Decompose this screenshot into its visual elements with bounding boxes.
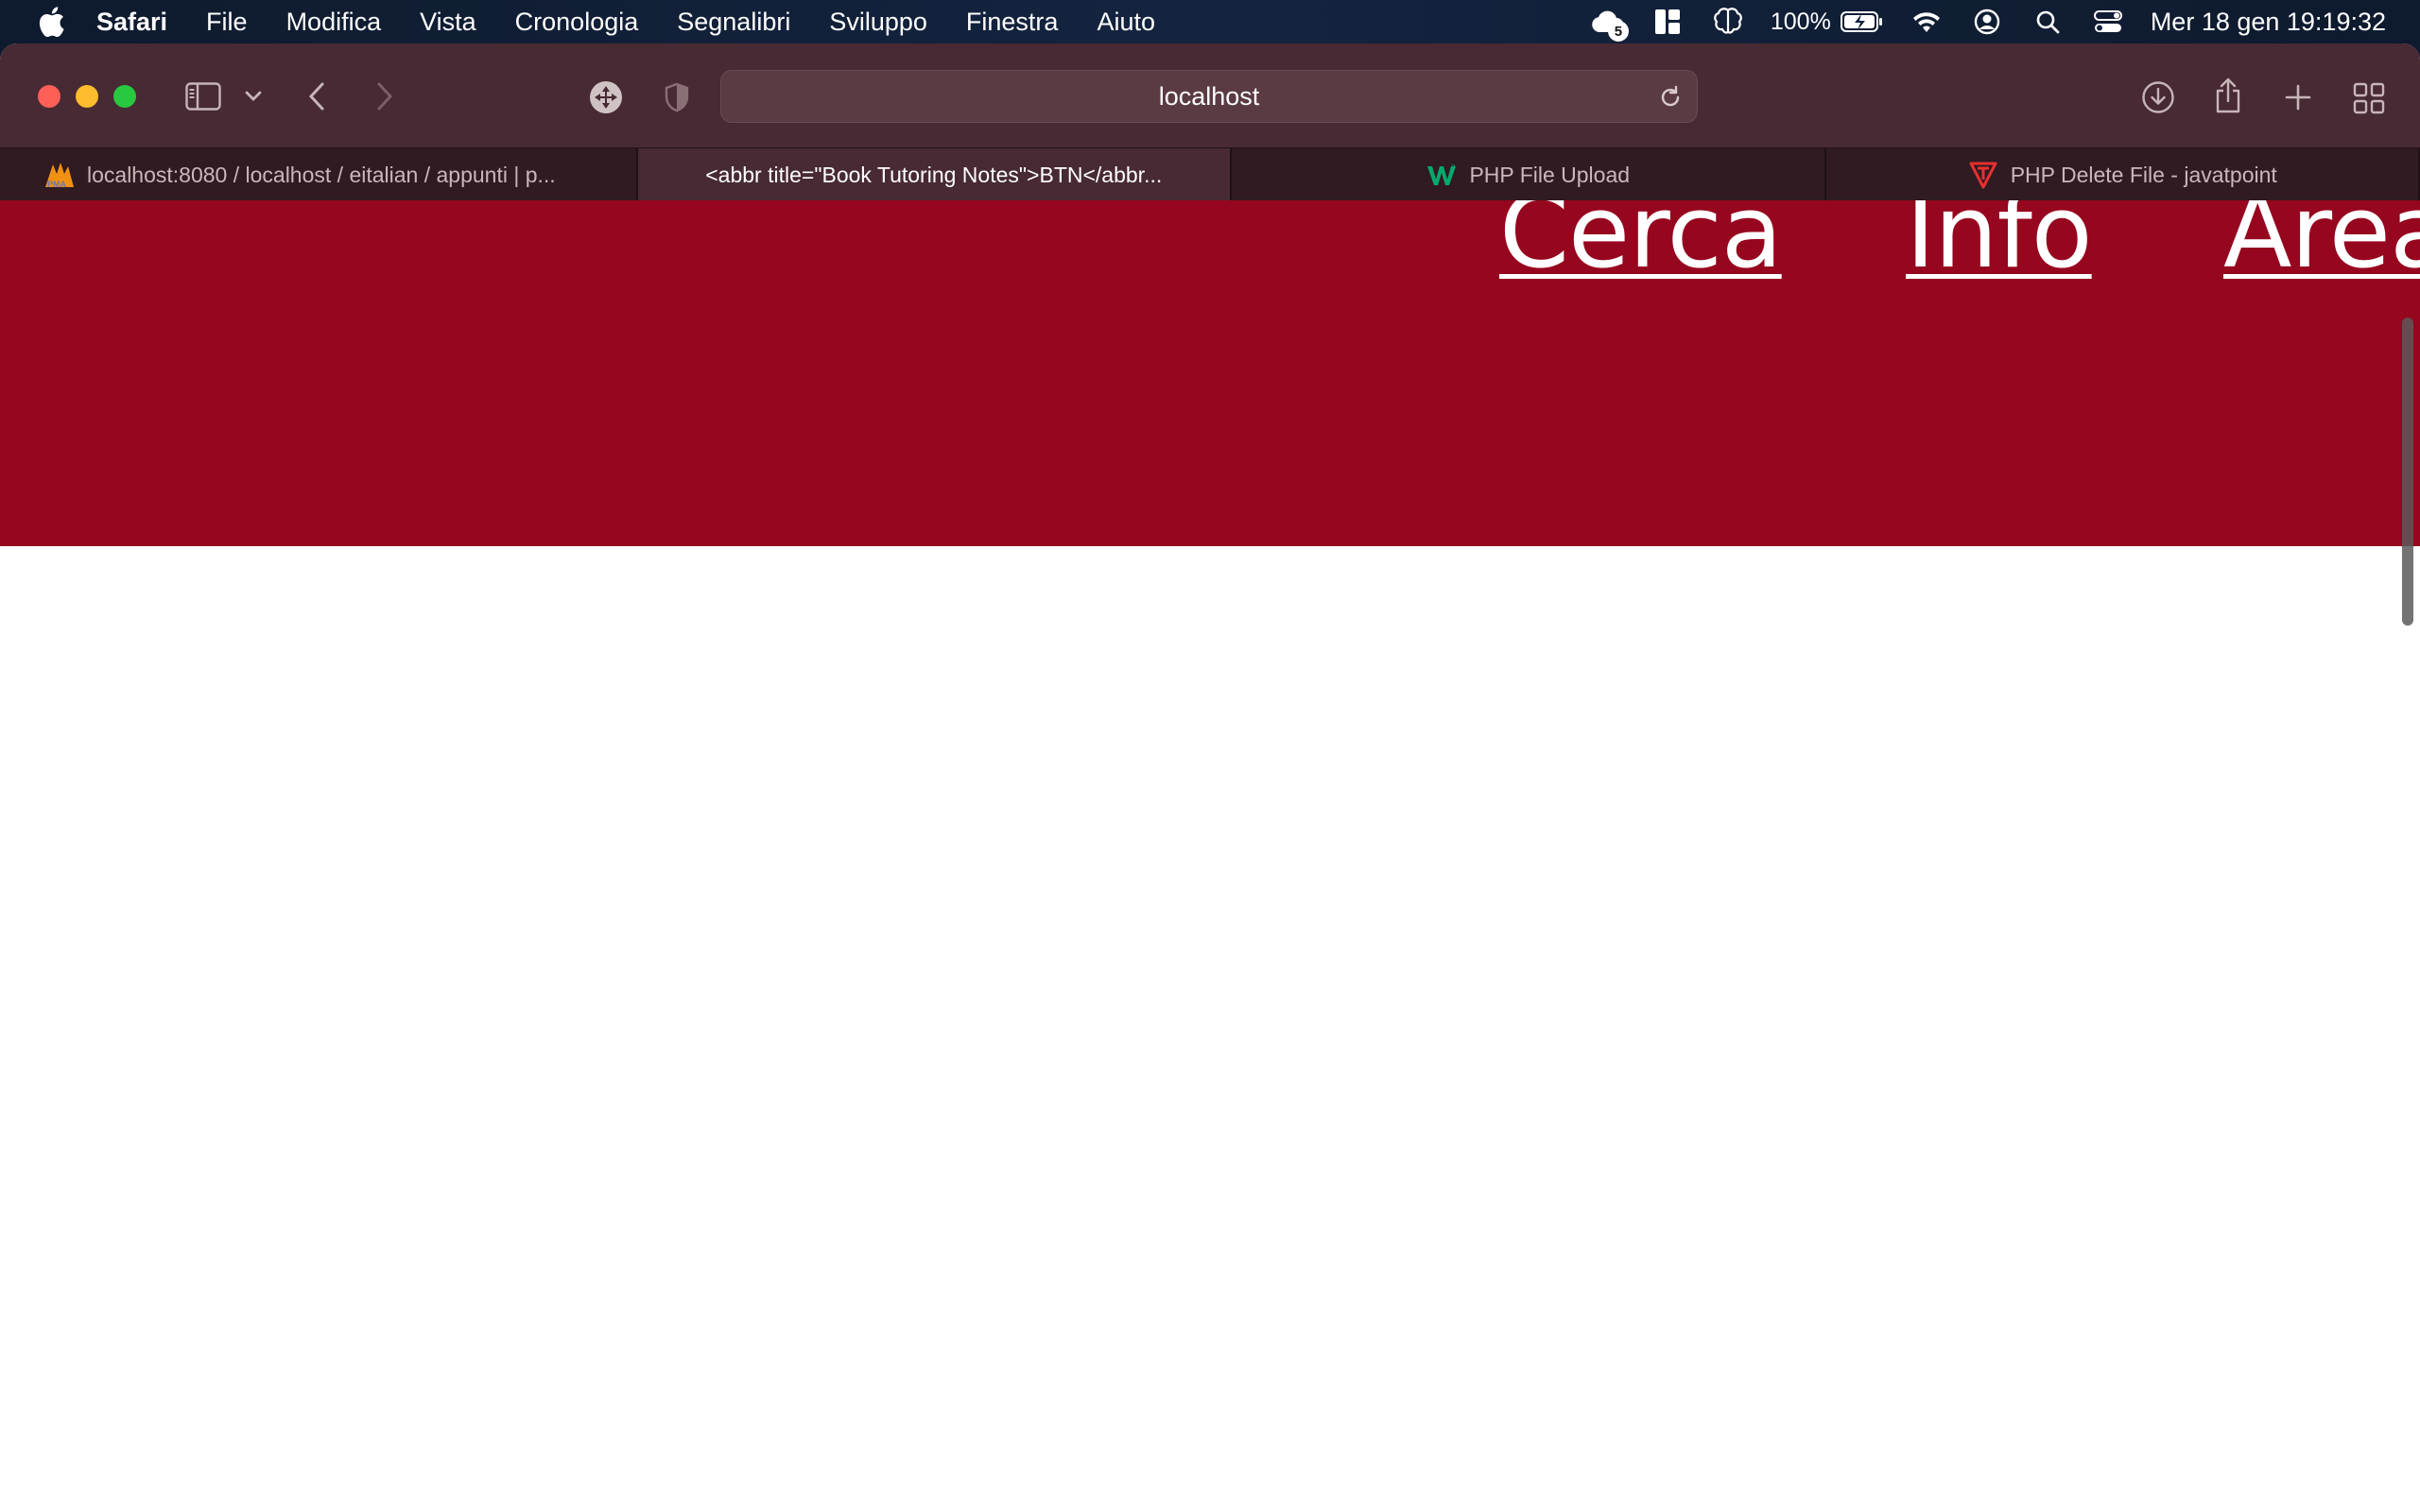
extension-icon[interactable] [588, 79, 624, 115]
control-center-icon[interactable] [2090, 4, 2126, 40]
macos-menu-bar: Safari File Modifica Vista Cronologia Se… [0, 0, 2420, 43]
tab-overview-icon[interactable] [2352, 81, 2386, 115]
browser-toolbar: localhost [0, 43, 2420, 147]
menu-cronologia[interactable]: Cronologia [515, 8, 639, 37]
menu-file[interactable]: File [206, 8, 248, 37]
spotlight-search-icon[interactable] [2030, 4, 2066, 40]
tab-label: PHP File Upload [1469, 162, 1631, 187]
tab-phpmyadmin[interactable]: PMA localhost:8080 / localhost / eitalia… [0, 148, 638, 201]
safari-window: localhost PMA localhost:8080 / localhost… [0, 43, 2420, 1512]
web-page-viewport: Cerca Info Area [0, 200, 2420, 1512]
menu-vista[interactable]: Vista [420, 8, 476, 37]
menu-aiuto[interactable]: Aiuto [1097, 8, 1155, 37]
menu-modifica[interactable]: Modifica [286, 8, 382, 37]
address-text: localhost [1158, 81, 1260, 111]
nav-link-cerca[interactable]: Cerca [1499, 200, 1783, 290]
sidebar-toggle-icon[interactable] [183, 81, 223, 112]
chevron-down-icon[interactable] [242, 87, 265, 106]
address-bar[interactable]: localhost [720, 70, 1698, 123]
battery-percent: 100% [1770, 8, 1831, 35]
tab-label: localhost:8080 / localhost / eitalian / … [87, 162, 556, 187]
page-header-banner: Cerca Info Area [0, 200, 2420, 546]
brain-icon[interactable] [1710, 4, 1746, 40]
privacy-shield-icon[interactable] [662, 81, 692, 113]
tab-bar: PMA localhost:8080 / localhost / eitalia… [0, 147, 2420, 201]
dashboard-widget-icon[interactable] [1650, 4, 1685, 40]
tab-php-delete-file[interactable]: PHP Delete File - javatpoint [1826, 148, 2420, 201]
vertical-scrollbar[interactable] [2402, 318, 2413, 626]
user-account-icon[interactable] [1969, 4, 2005, 40]
tab-label: <abbr title="Book Tutoring Notes">BTN</a… [705, 162, 1163, 187]
wifi-icon[interactable] [1909, 4, 1945, 40]
nav-link-area[interactable]: Area [2223, 200, 2420, 290]
back-arrow-icon[interactable] [302, 79, 331, 113]
reload-icon[interactable] [1657, 84, 1684, 111]
notification-count: 5 [1607, 21, 1629, 42]
apple-logo-icon[interactable] [34, 5, 68, 39]
new-tab-plus-icon[interactable] [2282, 81, 2314, 113]
menu-safari[interactable]: Safari [96, 8, 167, 37]
phpmyadmin-icon: PMA [43, 161, 76, 189]
battery-charging-icon[interactable] [1840, 4, 1884, 40]
w3schools-icon: 3 [1426, 161, 1458, 189]
tab-php-file-upload[interactable]: 3 PHP File Upload [1232, 148, 1826, 201]
menu-sviluppo[interactable]: Sviluppo [829, 8, 927, 37]
share-icon[interactable] [2212, 76, 2244, 115]
status-area: 5 100% Mer 18 gen 19:19:32 [1589, 0, 2420, 43]
menubar-clock[interactable]: Mer 18 gen 19:19:32 [2151, 8, 2386, 37]
forward-arrow-icon[interactable] [371, 79, 399, 113]
svg-text:PMA: PMA [47, 180, 67, 189]
svg-text:3: 3 [1451, 163, 1456, 172]
tab-active-btn[interactable]: <abbr title="Book Tutoring Notes">BTN</a… [637, 148, 1232, 201]
menu-finestra[interactable]: Finestra [966, 8, 1059, 37]
tab-label: PHP Delete File - javatpoint [2010, 162, 2277, 187]
nav-link-info[interactable]: Info [1906, 200, 2093, 290]
javatpoint-icon [1967, 161, 1999, 189]
window-zoom-button[interactable] [113, 85, 136, 108]
window-minimize-button[interactable] [76, 85, 98, 108]
menu-segnalibri[interactable]: Segnalibri [677, 8, 790, 37]
creative-cloud-icon[interactable]: 5 [1589, 4, 1629, 42]
window-close-button[interactable] [38, 85, 60, 108]
downloads-icon[interactable] [2140, 79, 2176, 115]
